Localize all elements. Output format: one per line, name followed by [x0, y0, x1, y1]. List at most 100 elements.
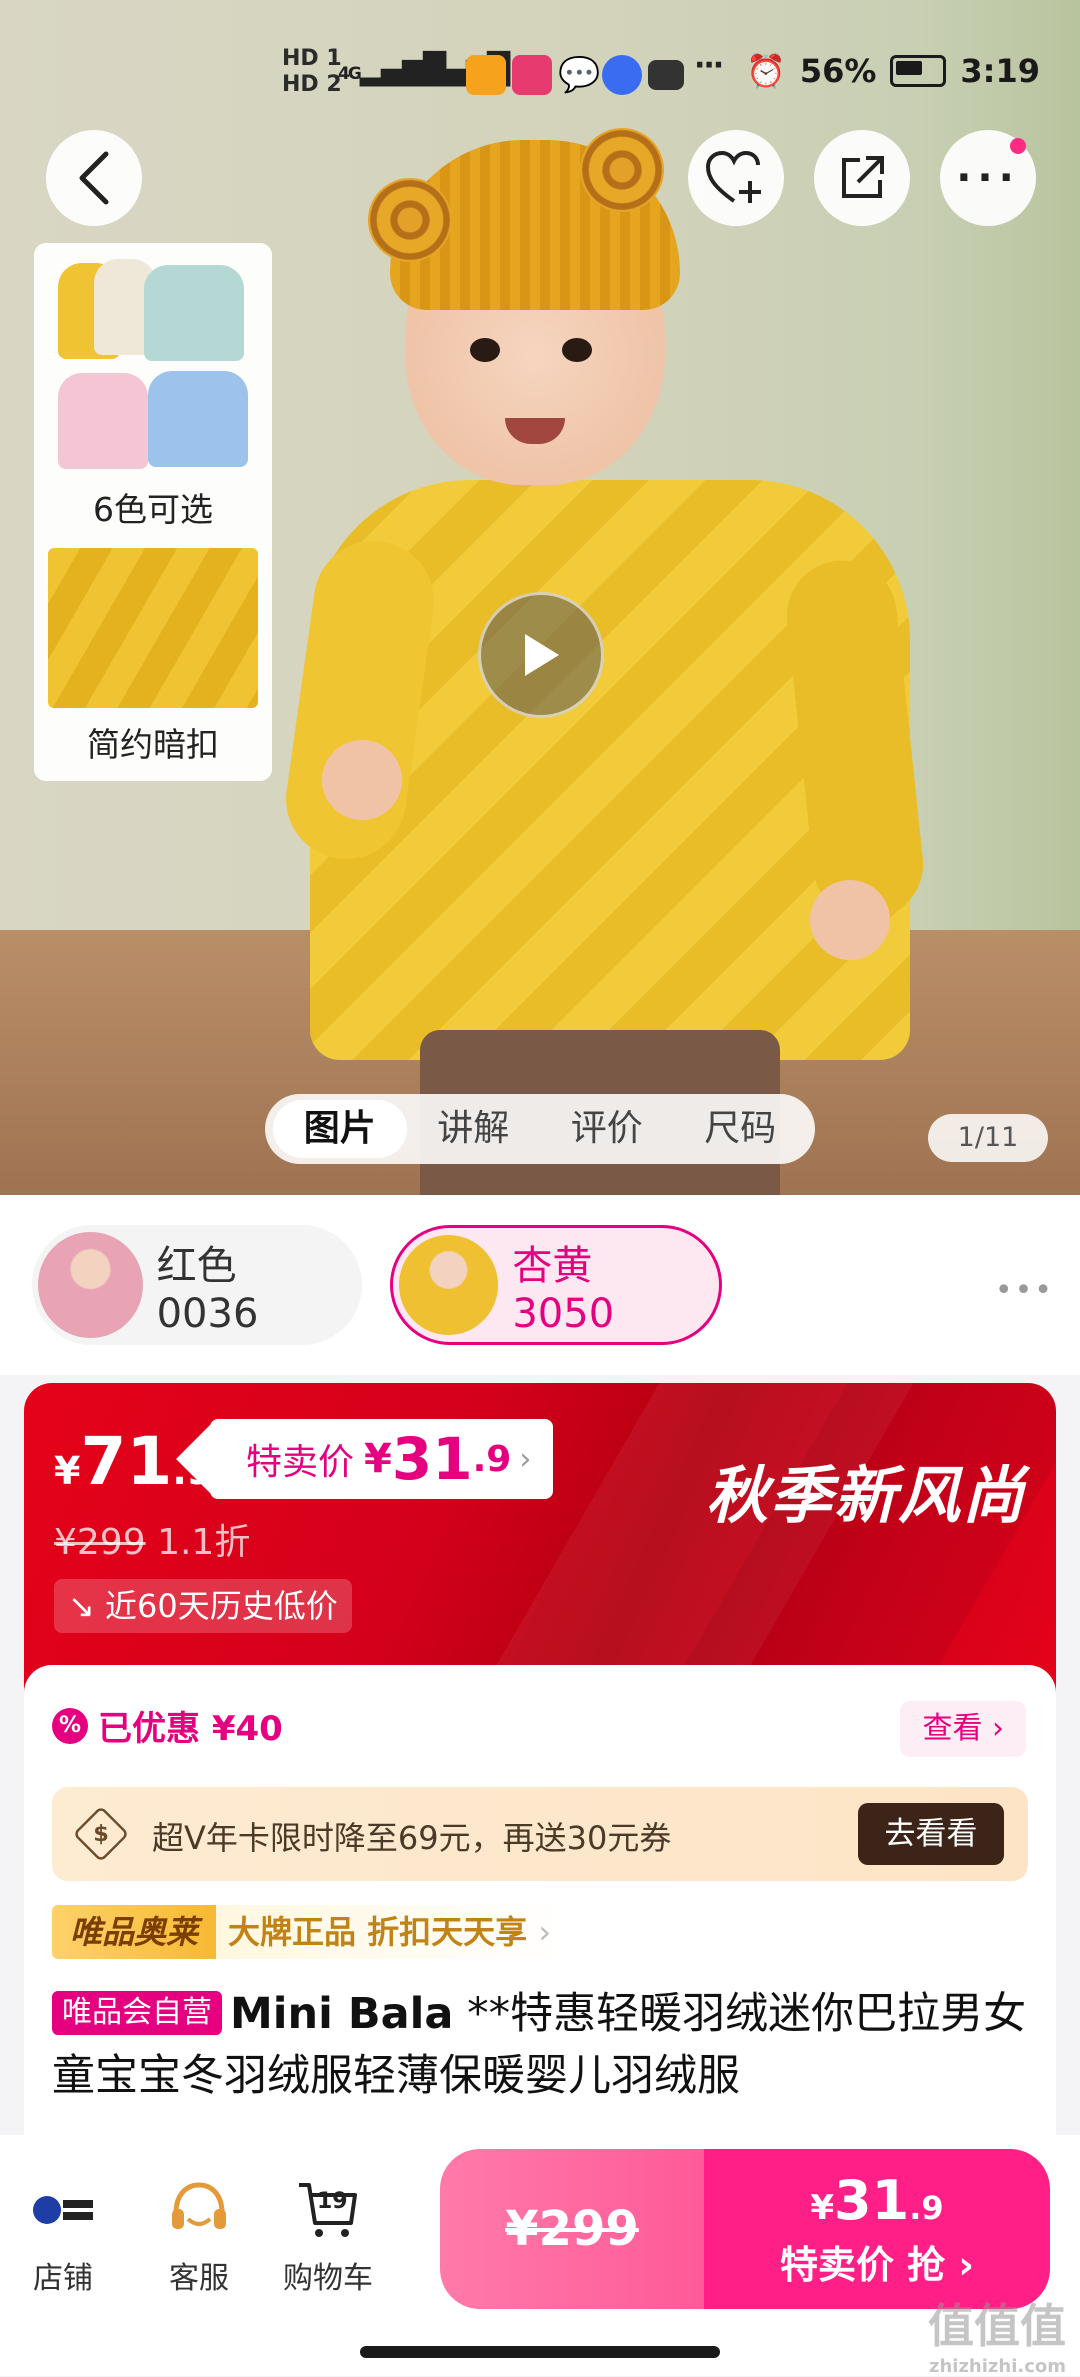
- buy-original-price: ¥299: [505, 2201, 639, 2257]
- share-icon: [842, 156, 884, 198]
- chevron-right-icon: ›: [992, 1711, 1004, 1746]
- brand-name: Mini Bala: [230, 1989, 454, 2039]
- hd-indicator: HD 1 HD 2: [282, 46, 342, 98]
- sale-price-decimal: .9: [472, 1438, 512, 1480]
- mini-jacket-floral: [58, 373, 148, 469]
- view-discount-button[interactable]: 查看 ›: [900, 1701, 1026, 1757]
- product-info-card: % 已优惠 ¥40 查看 › $ 超V年卡限时降至69元，再送30元券 去看看 …: [24, 1665, 1056, 2145]
- battery-percent: 56%: [799, 52, 877, 90]
- store-logo-icon: [28, 2175, 98, 2245]
- store-label: 店铺: [33, 2261, 93, 2296]
- notification-badge: [1010, 138, 1026, 154]
- share-button[interactable]: [814, 130, 910, 226]
- vip-go-button[interactable]: 去看看: [858, 1803, 1004, 1865]
- discount-row: % 已优惠 ¥40: [52, 1701, 283, 1750]
- snap-button-label: 简约暗扣: [87, 725, 219, 764]
- more-icon: ···: [956, 155, 1020, 201]
- vip-coupon-icon: $: [72, 1805, 130, 1863]
- service-label: 客服: [169, 2261, 229, 2296]
- home-indicator[interactable]: [360, 2346, 720, 2358]
- list-price-row: ¥299 1.1折: [54, 1513, 250, 1565]
- more-variants-icon[interactable]: •••: [995, 1273, 1054, 1308]
- variant-label: 红色0036: [156, 1243, 259, 1337]
- buy-original-price-button[interactable]: ¥299: [440, 2149, 704, 2309]
- buy-sale-decimal: .9: [909, 2189, 944, 2227]
- watermark-text: 值值值: [928, 2299, 1066, 2353]
- mail-icon: [648, 60, 684, 90]
- chat-icon: 💬: [558, 55, 601, 95]
- cart-button[interactable]: 19 购物车: [268, 2175, 388, 2297]
- variant-chip-apricot[interactable]: 杏黄3050: [390, 1225, 722, 1345]
- bottom-action-bar: 店铺 客服 19 购物车 ¥299 ¥31.9 特卖价 抢 ›: [0, 2135, 1080, 2376]
- color-options-label: 6色可选: [93, 490, 213, 529]
- status-bar: HD 1 HD 2 4G▂▄▆█ 4G▂▄▆█ 💬 ··· ⏰ 56% 3:19: [0, 0, 1080, 112]
- currency-symbol: ¥: [54, 1449, 81, 1493]
- back-button[interactable]: [46, 130, 142, 226]
- sale-label: 特卖价: [246, 1442, 355, 1483]
- outlet-description: 大牌正品 折扣天天享 ›: [216, 1905, 568, 1959]
- vip-promo-bar[interactable]: $ 超V年卡限时降至69元，再送30元券 去看看: [52, 1787, 1028, 1881]
- tab-size[interactable]: 尺码: [674, 1100, 808, 1158]
- hd2-label: HD 2: [282, 72, 342, 97]
- cart-label: 购物车: [283, 2261, 373, 2296]
- trend-down-icon: ↘: [68, 1587, 95, 1625]
- chevron-right-icon: ›: [945, 2243, 975, 2287]
- tab-reviews[interactable]: 评价: [540, 1100, 674, 1158]
- product-media-viewer[interactable]: HD 1 HD 2 4G▂▄▆█ 4G▂▄▆█ 💬 ··· ⏰ 56% 3:19: [0, 0, 1080, 1195]
- variant-label: 杏黄3050: [512, 1243, 615, 1337]
- child-hand-left: [322, 740, 402, 820]
- product-title: 唯品会自营 Mini Bala **特惠轻暖羽绒迷你巴拉男女童宝宝冬羽绒服轻薄保暖…: [52, 1983, 1032, 2107]
- more-notifications-icon: ···: [694, 48, 724, 83]
- variant-selector: 红色0036 杏黄3050 •••: [0, 1195, 1080, 1375]
- outlet-desc-text: 大牌正品 折扣天天享: [228, 1913, 528, 1951]
- discount-amount: 已优惠 ¥40: [98, 1709, 283, 1749]
- app-notification-icon: [602, 55, 642, 95]
- variant-thumbnail: [399, 1235, 499, 1335]
- snap-button-thumbnail[interactable]: [48, 548, 258, 708]
- vip-promo-text: 超V年卡限时降至69元，再送30元券: [152, 1819, 672, 1857]
- beanie-ear-left: [368, 178, 452, 262]
- store-button[interactable]: 店铺: [8, 2175, 118, 2297]
- price-integer: 71: [80, 1423, 173, 1500]
- price-banner: ¥71 .9 特卖价 ¥31.9 › ¥299 1.1折 ↘ 近60天历史低价 秋…: [24, 1383, 1056, 1703]
- buy-sale-price: ¥31.9: [704, 2169, 1050, 2232]
- discount-rate: 1.1折: [157, 1522, 251, 1563]
- tab-photos[interactable]: 图片: [273, 1100, 407, 1158]
- cart-count: 19: [317, 2189, 348, 2214]
- add-favorite-button[interactable]: [688, 130, 784, 226]
- tab-explanation[interactable]: 讲解: [407, 1100, 541, 1158]
- child-hand-right: [810, 880, 890, 960]
- buy-sale-integer: 31: [834, 2169, 910, 2232]
- outlet-tag: 唯品奥莱: [52, 1905, 217, 1959]
- sale-price-tag[interactable]: 特卖价 ¥31.9 ›: [210, 1419, 554, 1499]
- feature-thumbnails[interactable]: 6色可选 简约暗扣: [34, 243, 272, 781]
- buy-sale-button[interactable]: ¥31.9 特卖价 抢 ›: [704, 2149, 1050, 2309]
- alarm-icon: ⏰: [745, 52, 786, 90]
- watermark-url: zhizhizhi.com: [928, 2356, 1066, 2377]
- list-price: ¥299: [54, 1522, 146, 1563]
- child-eye-left: [470, 338, 500, 362]
- heart-plus-icon: [705, 150, 761, 203]
- discount-icon: %: [52, 1707, 88, 1744]
- play-video-button[interactable]: [478, 592, 604, 718]
- mini-jacket-mint: [144, 265, 244, 361]
- chevron-right-icon: ›: [538, 1913, 552, 1951]
- cart-icon: 19: [293, 2175, 363, 2245]
- outlet-row[interactable]: 唯品奥莱 大牌正品 折扣天天享 ›: [52, 1905, 568, 1959]
- self-operated-tag: 唯品会自营: [52, 1991, 222, 2035]
- more-menu-button[interactable]: ···: [940, 130, 1036, 226]
- chevron-right-icon: ›: [519, 1441, 532, 1477]
- variant-chip-red[interactable]: 红色0036: [32, 1225, 362, 1345]
- hd1-label: HD 1: [282, 46, 342, 71]
- headset-icon: [164, 2175, 234, 2245]
- app-notification-icon: [512, 55, 552, 95]
- currency-symbol: ¥: [364, 1436, 392, 1482]
- variant-thumbnail: [38, 1232, 143, 1338]
- customer-service-button[interactable]: 客服: [144, 2175, 254, 2297]
- season-slogan: 秋季新风尚: [705, 1459, 1026, 1532]
- color-options-thumbnail[interactable]: [58, 259, 248, 473]
- buy-sale-label: 特卖价 抢 ›: [704, 2234, 1050, 2289]
- clock: 3:19: [960, 52, 1040, 90]
- media-tabs: 图片 讲解 评价 尺码: [265, 1094, 815, 1164]
- history-low-text: 近60天历史低价: [104, 1587, 338, 1625]
